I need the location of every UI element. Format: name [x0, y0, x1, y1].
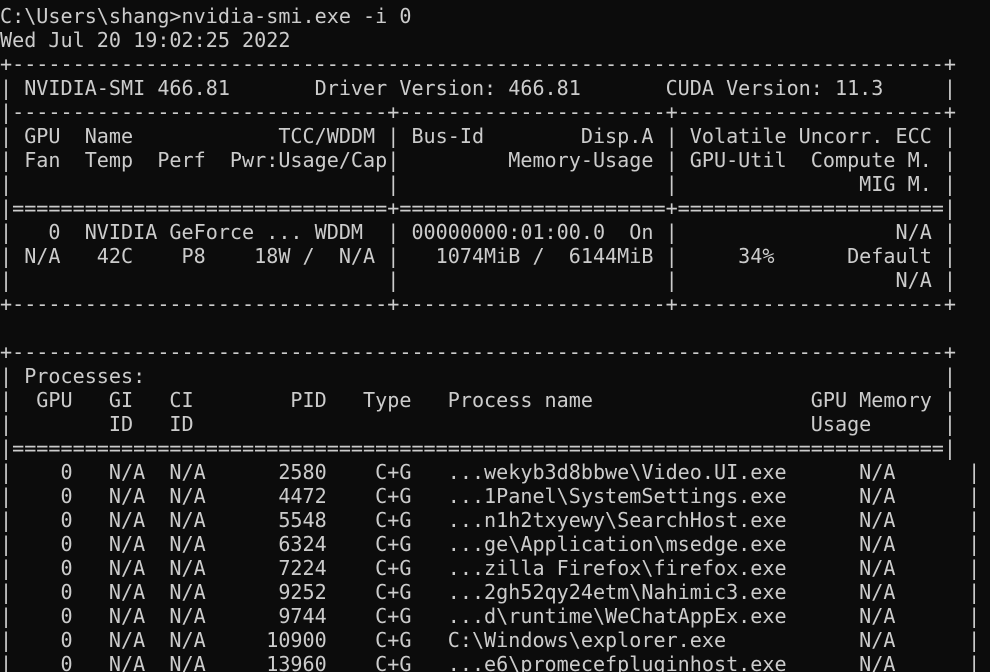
- process-row: | 0 N/A N/A 10900 C+G C:\Windows\explore…: [0, 628, 981, 652]
- gpu-table-row-1: | 0 NVIDIA GeForce ... WDDM | 00000000:0…: [0, 220, 957, 244]
- gpu-table-border-top: +---------------------------------------…: [0, 52, 957, 76]
- processes-table-border-top: +---------------------------------------…: [0, 340, 957, 364]
- processes-table-header-1: | GPU GI CI PID Type Process name GPU Me…: [0, 388, 957, 412]
- gpu-table-row-2: | N/A 42C P8 18W / N/A | 1074MiB / 6144M…: [0, 244, 957, 268]
- gpu-table-column-header-2: | Fan Temp Perf Pwr:Usage/Cap| Memory-Us…: [0, 148, 957, 172]
- process-row: | 0 N/A N/A 9744 C+G ...d\runtime\WeChat…: [0, 604, 981, 628]
- command-line: C:\Users\shang>nvidia-smi.exe -i 0: [0, 4, 412, 28]
- gpu-table-border-bottom: +-------------------------------+-------…: [0, 292, 957, 316]
- gpu-table-column-header-1: | GPU Name TCC/WDDM | Bus-Id Disp.A | Vo…: [0, 124, 957, 148]
- gpu-table-column-header-3: | | | MIG M. |: [0, 172, 957, 196]
- gpu-table-header-separator: |-------------------------------+-------…: [0, 100, 957, 124]
- processes-table-double-separator: |=======================================…: [0, 436, 957, 460]
- processes-table-title: | Processes: |: [0, 364, 957, 388]
- gpu-table-row-3: | | | N/A |: [0, 268, 957, 292]
- process-row: | 0 N/A N/A 13960 C+G ...e6\promecefplug…: [0, 652, 981, 672]
- process-row: | 0 N/A N/A 7224 C+G ...zilla Firefox\fi…: [0, 556, 981, 580]
- process-row: | 0 N/A N/A 6324 C+G ...ge\Application\m…: [0, 532, 981, 556]
- processes-table-header-2: | ID ID Usage |: [0, 412, 957, 436]
- gpu-table-double-separator: |===============================+=======…: [0, 196, 957, 220]
- process-row: | 0 N/A N/A 2580 C+G ...wekyb3d8bbwe\Vid…: [0, 460, 981, 484]
- terminal-window[interactable]: C:\Users\shang>nvidia-smi.exe -i 0 Wed J…: [0, 0, 990, 672]
- gpu-table-header-info: | NVIDIA-SMI 466.81 Driver Version: 466.…: [0, 76, 957, 100]
- process-row: | 0 N/A N/A 9252 C+G ...2gh52qy24etm\Nah…: [0, 580, 981, 604]
- process-row: | 0 N/A N/A 4472 C+G ...1Panel\SystemSet…: [0, 484, 981, 508]
- timestamp: Wed Jul 20 19:02:25 2022: [0, 28, 291, 52]
- process-row: | 0 N/A N/A 5548 C+G ...n1h2txyewy\Searc…: [0, 508, 981, 532]
